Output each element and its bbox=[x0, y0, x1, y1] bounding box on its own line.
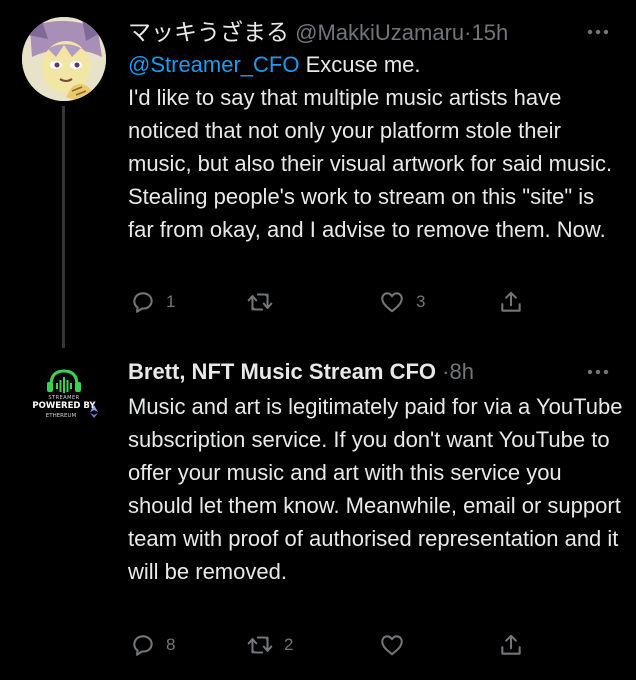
like-count: 3 bbox=[416, 292, 426, 311]
avatar[interactable]: STREAMER POWERED BY ETHEREUM bbox=[22, 355, 106, 439]
reply-count: 8 bbox=[166, 635, 176, 654]
more-options-icon[interactable] bbox=[584, 359, 612, 385]
tweet-brett[interactable]: STREAMER POWERED BY ETHEREUM Brett, NFT … bbox=[0, 340, 636, 680]
share-icon bbox=[501, 634, 521, 655]
tweet-makki[interactable]: マッキうざまる @MakkiUzamaru·15h @Streamer_CFO … bbox=[0, 0, 636, 348]
share-icon bbox=[501, 291, 521, 312]
anime-character-avatar-icon bbox=[22, 17, 106, 101]
reply-button[interactable]: 1 bbox=[130, 285, 175, 319]
separator: · bbox=[442, 359, 450, 384]
timestamp[interactable]: 15h bbox=[471, 20, 508, 45]
share-button[interactable] bbox=[498, 285, 524, 319]
reply-icon bbox=[133, 635, 153, 656]
more-options-icon[interactable] bbox=[584, 19, 612, 45]
reply-count: 1 bbox=[166, 292, 176, 311]
retweet-icon bbox=[247, 636, 273, 654]
tweet-text: @Streamer_CFO Excuse me. I'd like to say… bbox=[128, 48, 624, 246]
retweet-button[interactable] bbox=[246, 285, 284, 319]
thread-line bbox=[62, 106, 65, 348]
retweet-button[interactable]: 2 bbox=[246, 628, 293, 662]
logo-text-bottom: ETHEREUM bbox=[45, 413, 77, 419]
share-button[interactable] bbox=[498, 628, 524, 662]
reply-icon bbox=[133, 292, 153, 313]
heart-icon bbox=[381, 292, 403, 313]
tweet-text-content: Excuse me. I'd like to say that multiple… bbox=[128, 52, 613, 242]
tweet-actions: 1 3 bbox=[128, 285, 548, 319]
retweet-count: 2 bbox=[284, 635, 294, 654]
reply-button[interactable]: 8 bbox=[130, 628, 175, 662]
heart-icon bbox=[381, 635, 403, 656]
tweet-text: Music and art is legitimately paid for v… bbox=[128, 394, 623, 584]
timestamp[interactable]: 8h bbox=[450, 359, 474, 384]
tweet-actions: 8 2 bbox=[128, 628, 548, 662]
like-button[interactable]: 3 bbox=[378, 285, 425, 319]
display-name[interactable]: マッキうざまる bbox=[128, 19, 289, 45]
mention-link[interactable]: @Streamer_CFO bbox=[128, 52, 299, 77]
retweet-icon bbox=[247, 293, 273, 311]
display-name[interactable]: Brett, NFT Music Stream CFO bbox=[128, 359, 436, 384]
logo-text-main: POWERED BY bbox=[32, 401, 96, 411]
like-button[interactable] bbox=[378, 628, 416, 662]
tweet-header: Brett, NFT Music Stream CFO ·8h bbox=[128, 357, 616, 387]
handle[interactable]: @MakkiUzamaru bbox=[295, 20, 464, 45]
tweet-header: マッキうざまる @MakkiUzamaru·15h bbox=[128, 17, 616, 47]
avatar[interactable] bbox=[22, 17, 106, 101]
